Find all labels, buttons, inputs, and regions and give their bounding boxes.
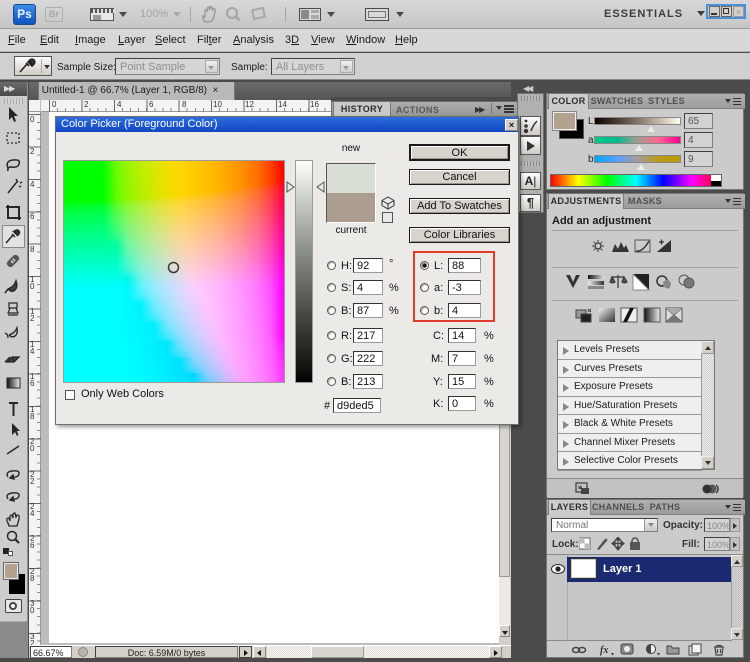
svg-text:fx: fx (600, 645, 608, 656)
